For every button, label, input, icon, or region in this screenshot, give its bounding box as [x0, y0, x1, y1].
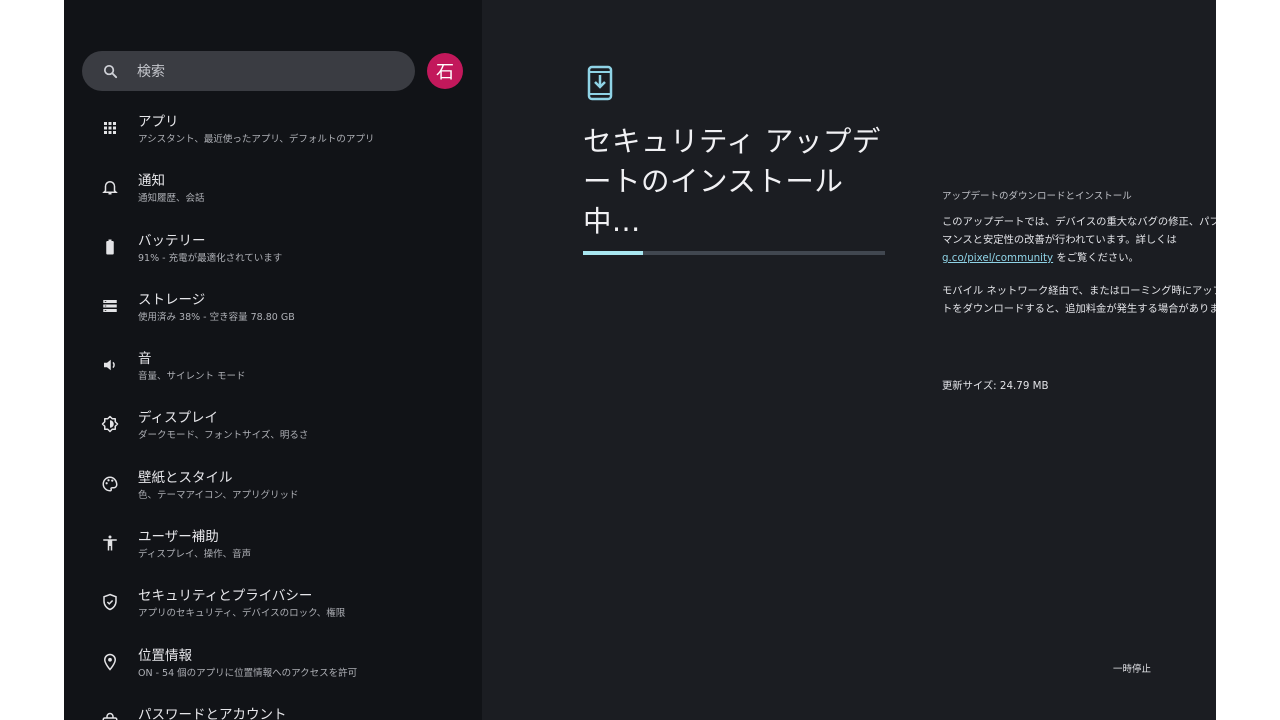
- key-icon: [101, 712, 119, 720]
- roaming-notice: モバイル ネットワーク経由で、またはローミング時にアップデートをダウンロードする…: [942, 285, 1216, 315]
- settings-item-title: バッテリー: [138, 232, 206, 249]
- description-text-end: をご覧ください。: [1053, 252, 1139, 264]
- update-progress-bar: [583, 251, 885, 255]
- battery-icon: [101, 238, 119, 256]
- section-title: アップデートのダウンロードとインストール: [942, 191, 1132, 202]
- settings-item-sound[interactable]: 音 音量、サイレント モード: [64, 340, 482, 399]
- settings-item-notifications[interactable]: 通知 通知履歴、会話: [64, 162, 482, 221]
- settings-item-subtitle: ON - 54 個のアプリに位置情報へのアクセスを許可: [138, 667, 358, 679]
- settings-item-title: ストレージ: [138, 291, 206, 308]
- settings-item-title: ユーザー補助: [138, 529, 219, 546]
- settings-screen: 検索 石 アプリ アシスタント、最近使ったアプリ、デフォルトのアプリ 通知 通知…: [64, 0, 1216, 720]
- settings-item-title: ディスプレイ: [138, 410, 219, 427]
- update-title: セキュリティ アップデートのインストール中...: [583, 125, 881, 238]
- update-description: このアップデートでは、デバイスの重大なバグの修正、パフォーマンスと安定性の改善が…: [942, 213, 1216, 267]
- bell-icon: [101, 178, 119, 196]
- accessibility-icon: [101, 534, 119, 552]
- search-bar[interactable]: 検索: [82, 51, 415, 91]
- settings-item-subtitle: ダークモード、フォントサイズ、明るさ: [138, 430, 309, 442]
- settings-item-title: パスワードとアカウント: [138, 706, 287, 720]
- update-detail-pane: セキュリティ アップデートのインストール中... アップデートのダウンロードとイ…: [482, 0, 1216, 720]
- settings-list: アプリ アシスタント、最近使ったアプリ、デフォルトのアプリ 通知 通知履歴、会話…: [64, 103, 482, 720]
- update-size: 更新サイズ: 24.79 MB: [942, 380, 1049, 392]
- settings-item-title: 位置情報: [138, 647, 192, 664]
- settings-item-security[interactable]: セキュリティとプライバシー アプリのセキュリティ、デバイスのロック、権限: [64, 577, 482, 636]
- location-pin-icon: [101, 653, 119, 671]
- pause-button[interactable]: 一時停止: [1113, 661, 1151, 675]
- settings-item-title: セキュリティとプライバシー: [138, 588, 313, 605]
- settings-item-subtitle: 使用済み 38% - 空き容量 78.80 GB: [138, 311, 295, 323]
- settings-item-wallpaper[interactable]: 壁紙とスタイル 色、テーマアイコン、アプリグリッド: [64, 459, 482, 518]
- search-placeholder: 検索: [137, 64, 165, 80]
- settings-item-subtitle: 通知履歴、会話: [138, 193, 205, 205]
- display-brightness-icon: [101, 415, 119, 433]
- settings-item-title: 音: [138, 351, 152, 368]
- settings-item-title: 通知: [138, 173, 165, 190]
- settings-item-location[interactable]: 位置情報 ON - 54 個のアプリに位置情報へのアクセスを許可: [64, 637, 482, 696]
- settings-item-subtitle: ディスプレイ、操作、音声: [138, 549, 252, 561]
- settings-item-title: アプリ: [138, 114, 179, 130]
- settings-item-subtitle: 色、テーマアイコン、アプリグリッド: [138, 489, 299, 501]
- account-avatar[interactable]: 石: [427, 53, 463, 89]
- settings-item-storage[interactable]: ストレージ 使用済み 38% - 空き容量 78.80 GB: [64, 281, 482, 340]
- settings-item-display[interactable]: ディスプレイ ダークモード、フォントサイズ、明るさ: [64, 399, 482, 458]
- settings-sidebar: 検索 石 アプリ アシスタント、最近使ったアプリ、デフォルトのアプリ 通知 通知…: [64, 0, 482, 720]
- settings-item-subtitle: アプリのセキュリティ、デバイスのロック、権限: [138, 608, 346, 620]
- description-text: このアップデートでは、デバイスの重大なバグの修正、パフォーマンスと安定性の改善が…: [942, 216, 1216, 246]
- apps-grid-icon: [101, 119, 119, 137]
- settings-item-title: 壁紙とスタイル: [138, 469, 233, 486]
- community-link[interactable]: g.co/pixel/community: [942, 252, 1053, 264]
- settings-item-apps[interactable]: アプリ アシスタント、最近使ったアプリ、デフォルトのアプリ: [64, 103, 482, 162]
- settings-item-subtitle: アシスタント、最近使ったアプリ、デフォルトのアプリ: [138, 134, 375, 145]
- settings-item-accessibility[interactable]: ユーザー補助 ディスプレイ、操作、音声: [64, 518, 482, 577]
- storage-icon: [101, 297, 119, 315]
- settings-item-passwords[interactable]: パスワードとアカウント: [64, 696, 482, 720]
- search-icon: [103, 64, 118, 78]
- palette-icon: [101, 475, 119, 493]
- shield-icon: [101, 593, 119, 611]
- settings-item-subtitle: 91% - 充電が最適化されています: [138, 252, 283, 264]
- progress-fill: [583, 251, 644, 255]
- volume-icon: [101, 356, 119, 374]
- settings-item-subtitle: 音量、サイレント モード: [138, 371, 246, 383]
- settings-item-battery[interactable]: バッテリー 91% - 充電が最適化されています: [64, 222, 482, 281]
- phone-download-icon: [587, 65, 613, 101]
